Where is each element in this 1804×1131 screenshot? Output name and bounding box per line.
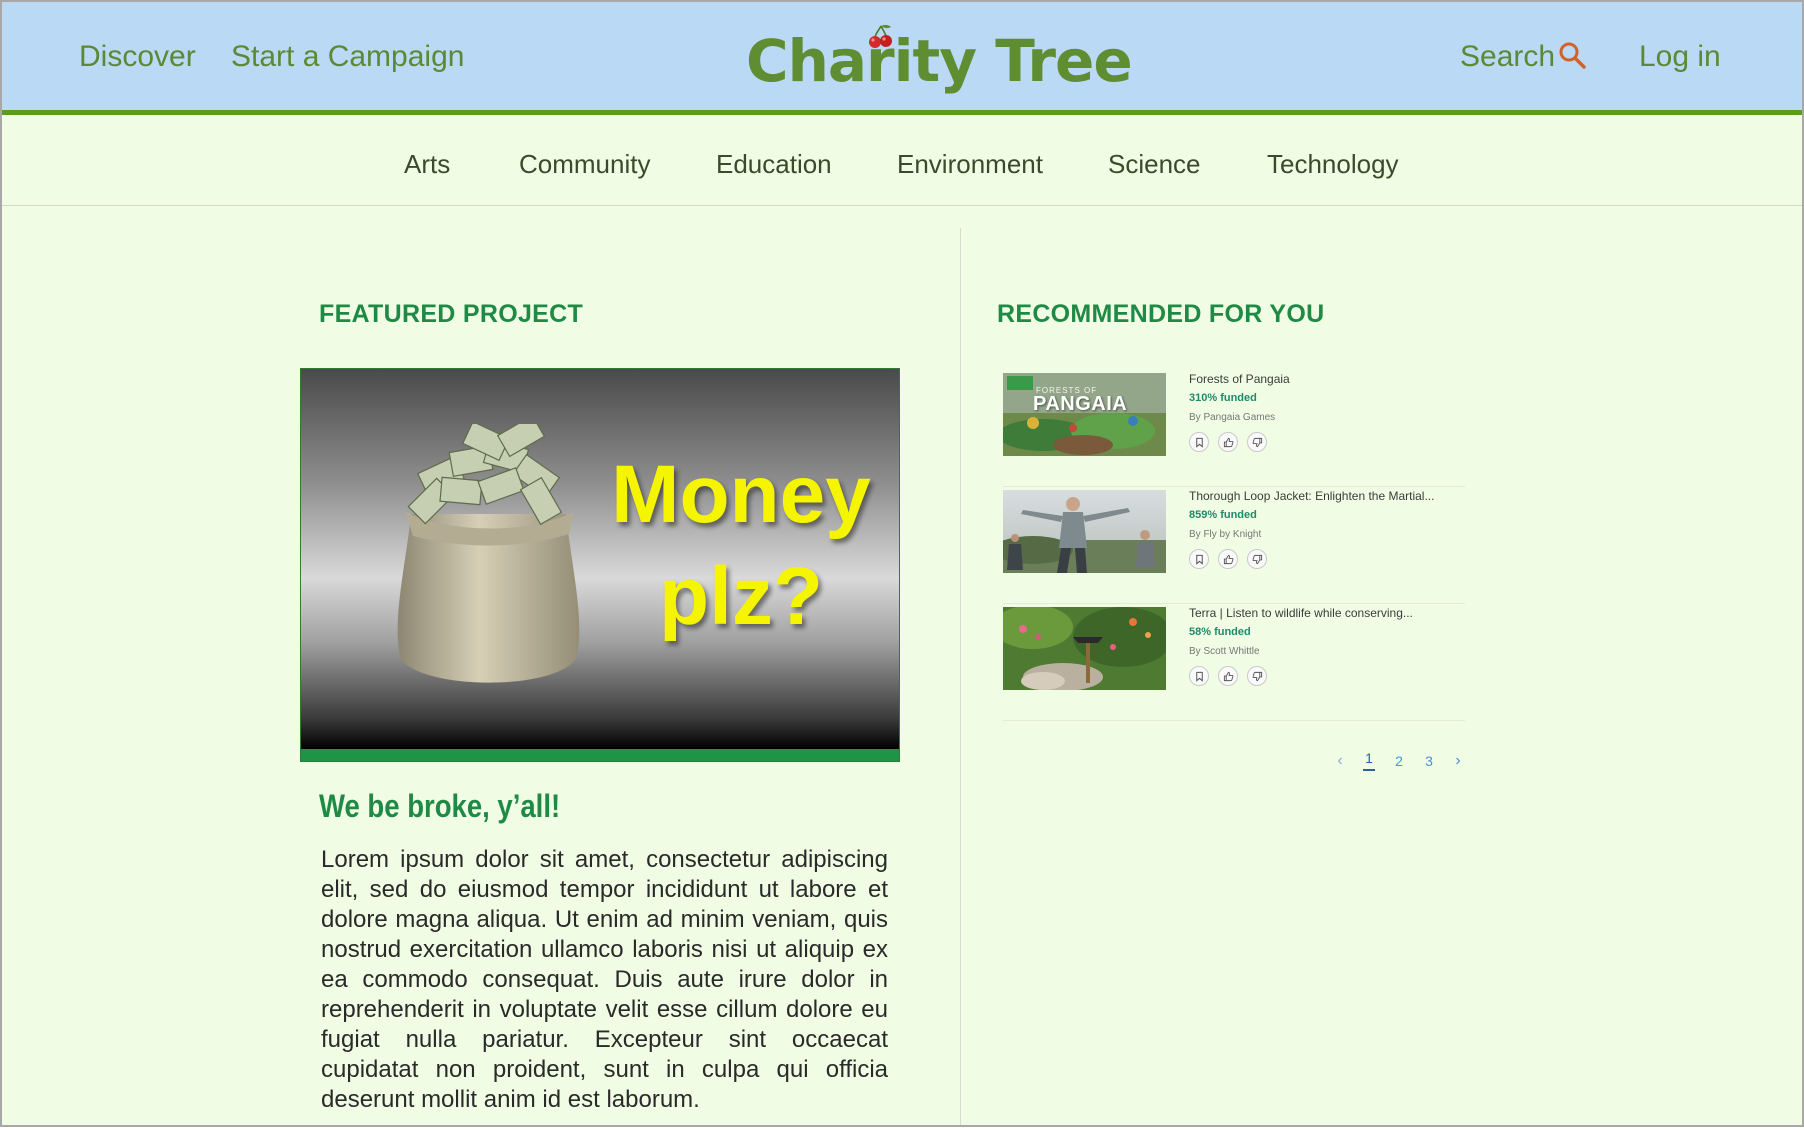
recommended-creator: By Fly by Knight	[1189, 529, 1262, 540]
recommended-title[interactable]: Terra | Listen to wildlife while conserv…	[1189, 606, 1465, 620]
thumbs-down-icon	[1252, 437, 1262, 447]
bookmark-button[interactable]	[1189, 549, 1209, 569]
category-science[interactable]: Science	[1108, 149, 1201, 180]
recommended-creator: By Scott Whittle	[1189, 646, 1260, 657]
recommended-heading: RECOMMENDED FOR YOU	[997, 300, 1325, 328]
thumb-text: PANGAIA	[1033, 393, 1128, 415]
column-divider	[960, 228, 961, 1125]
recommended-title[interactable]: Forests of Pangaia	[1189, 372, 1465, 386]
recommended-creator: By Pangaia Games	[1189, 412, 1276, 423]
recommended-thumbnail[interactable]	[1003, 607, 1166, 690]
category-technology[interactable]: Technology	[1267, 149, 1399, 180]
project-description: Lorem ipsum dolor sit amet, consectetur …	[321, 846, 888, 1113]
thumbs-up-button[interactable]	[1218, 432, 1238, 452]
bookmark-icon	[1195, 437, 1203, 448]
project-title[interactable]: We be broke, y’all!	[319, 788, 560, 825]
top-header: Discover Start a Campaign Charity Tree S…	[2, 2, 1802, 115]
recommended-title[interactable]: Thorough Loop Jacket: Enlighten the Mart…	[1189, 489, 1465, 503]
recommended-item[interactable]: FORESTS OF PANGAIA Forests of Pangaia 31…	[1003, 370, 1465, 487]
category-arts[interactable]: Arts	[404, 149, 450, 180]
category-bar: Arts Community Education Environment Sci…	[2, 120, 1802, 206]
category-community[interactable]: Community	[519, 149, 650, 180]
logo-text: Charity Tree	[746, 27, 1133, 95]
featured-progress-bar	[301, 749, 899, 761]
recommended-funded: 310% funded	[1189, 392, 1257, 404]
pagination: ‹ 1 2 3 ›	[1326, 750, 1472, 771]
recommended-thumbnail[interactable]	[1003, 490, 1166, 573]
recommended-funded: 58% funded	[1189, 626, 1251, 638]
nav-start-campaign-link[interactable]: Start a Campaign	[231, 40, 464, 74]
thumbs-up-icon	[1223, 671, 1233, 681]
thumbs-up-button[interactable]	[1218, 666, 1238, 686]
search-icon	[1559, 42, 1586, 69]
page-frame: Discover Start a Campaign Charity Tree S…	[0, 0, 1804, 1127]
pager-next-button[interactable]: ›	[1444, 752, 1472, 770]
charity-tree-logo[interactable]: Charity Tree	[746, 24, 1133, 96]
thumbs-down-icon	[1252, 671, 1262, 681]
pager-page-1[interactable]: 1	[1363, 750, 1375, 771]
recommended-item[interactable]: Terra | Listen to wildlife while conserv…	[1003, 604, 1465, 721]
featured-project-card[interactable]: Money plz?	[300, 368, 900, 762]
recommended-thumbnail[interactable]: FORESTS OF PANGAIA	[1003, 373, 1166, 456]
image-headline-line2: plz?	[659, 551, 823, 642]
bookmark-icon	[1195, 554, 1203, 565]
money-bag-icon	[397, 424, 580, 683]
recommended-funded: 859% funded	[1189, 509, 1257, 521]
featured-heading: FEATURED PROJECT	[319, 300, 584, 328]
recommended-actions	[1189, 432, 1267, 452]
pager-page-3[interactable]: 3	[1414, 753, 1444, 769]
thumbs-up-icon	[1223, 554, 1233, 564]
login-link[interactable]: Log in	[1639, 40, 1721, 74]
featured-image: Money plz?	[301, 369, 899, 749]
image-headline-line1: Money	[611, 449, 871, 540]
recommended-list: FORESTS OF PANGAIA Forests of Pangaia 31…	[1003, 370, 1465, 721]
pager-prev-button[interactable]: ‹	[1326, 752, 1354, 770]
category-education[interactable]: Education	[716, 149, 832, 180]
bookmark-icon	[1195, 671, 1203, 682]
bookmark-button[interactable]	[1189, 666, 1209, 686]
recommended-item[interactable]: Thorough Loop Jacket: Enlighten the Mart…	[1003, 487, 1465, 604]
thumbs-down-icon	[1252, 554, 1262, 564]
thumbs-down-button[interactable]	[1247, 432, 1267, 452]
thumbs-up-button[interactable]	[1218, 549, 1238, 569]
category-environment[interactable]: Environment	[897, 149, 1043, 180]
search-button[interactable]: Search	[1460, 40, 1587, 74]
bookmark-button[interactable]	[1189, 432, 1209, 452]
thumbs-down-button[interactable]	[1247, 666, 1267, 686]
recommended-actions	[1189, 549, 1267, 569]
thumbs-up-icon	[1223, 437, 1233, 447]
nav-discover-link[interactable]: Discover	[79, 40, 196, 74]
search-label: Search	[1460, 40, 1556, 73]
recommended-actions	[1189, 666, 1267, 686]
pager-page-2[interactable]: 2	[1384, 753, 1414, 769]
thumbs-down-button[interactable]	[1247, 549, 1267, 569]
cherry-icon	[869, 24, 892, 48]
